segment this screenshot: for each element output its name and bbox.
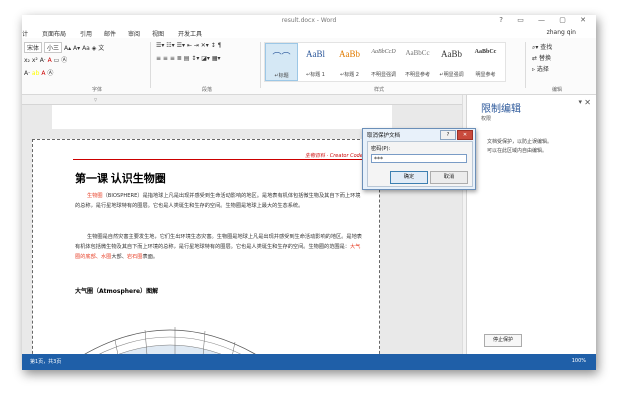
style-name: ↵标题	[274, 73, 289, 79]
ribbon-separator	[525, 42, 526, 88]
style-name: 明显参考	[475, 72, 496, 78]
style-sample: AaBb	[441, 49, 462, 59]
replace-label: 替换	[538, 55, 551, 62]
password-label: 密码(P):	[371, 146, 391, 152]
protection-note: 文档受保护，以防止误编辑。	[487, 139, 553, 145]
alignment-icons[interactable]: ≡ ≡ ≡ ≣ ▤ ↕▾ ◪▾ ▦▾	[156, 55, 221, 62]
ribbon-separator	[260, 42, 261, 88]
tab-review[interactable]: 审阅	[128, 29, 140, 38]
styles-group-label: 样式	[374, 87, 385, 93]
restrict-editing-pane: 限制编辑 ▾ ✕ 权限 文档受保护，以防止误编辑。 可以在此区域内自由编辑。 停…	[466, 95, 596, 354]
style-sample: AaBl	[306, 49, 325, 59]
paragraph-group-label: 段落	[202, 87, 213, 93]
password-field[interactable]: ***	[371, 154, 467, 163]
style-sample: AaBbCc	[405, 49, 430, 57]
style-sample: AaBbCcD	[371, 49, 396, 55]
font-group-label: 字体	[92, 87, 103, 93]
unprotect-dialog: 取消保护文档 ? ✕ 密码(P): *** 确定 取消	[362, 128, 476, 190]
tab-page-layout[interactable]: 页面布局	[42, 29, 66, 38]
cancel-button[interactable]: 取消	[430, 171, 468, 184]
title-bar: result.docx - Word ? ▭ — ▢ ✕	[22, 15, 596, 27]
font-controls: 宋体 小三 A▴ A▾ Aa ◈ 文	[24, 42, 104, 53]
ribbon-separator	[150, 42, 151, 88]
style-title[interactable]: ⌒⌒ ↵标题	[265, 43, 298, 81]
highlight-term: 岩石圈	[126, 254, 143, 260]
ribbon: 宋体 小三 A▴ A▾ Aa ◈ 文 x₂ x² A· A ▭ Ⓐ A· ab A …	[22, 38, 596, 95]
page-title[interactable]: 第一课 认识生物圈	[75, 170, 166, 186]
style-sample: AaBb	[339, 49, 360, 59]
style-name: ↵明显强调	[439, 72, 464, 78]
window-controls[interactable]: ? ▭ — ▢ ✕	[499, 16, 592, 24]
style-intense-reference[interactable]: AaBbCc 明显参考	[469, 43, 502, 81]
ok-button[interactable]: 确定	[390, 171, 428, 184]
stop-protection-button[interactable]: 停止保护	[484, 334, 522, 347]
page-header: 生物百科 · Creator Codew	[304, 153, 367, 159]
paragraph-1[interactable]: 生物圈（BIOSPHERE）是指地球上凡是出现并感受到生命活动影响的地区。是地表…	[75, 191, 365, 211]
pane-title: 限制编辑	[481, 104, 521, 115]
replace-icon: ⇄	[532, 55, 539, 62]
highlight-term: 生物圈	[87, 193, 103, 199]
tab-developer[interactable]: 开发工具	[178, 29, 202, 38]
font-format-icons[interactable]: x₂ x² A· A ▭ Ⓐ	[24, 57, 67, 64]
style-sample: ⌒⌒	[272, 52, 291, 62]
dialog-title: 取消保护文档	[367, 133, 401, 139]
ribbon-tabs: 计 页面布局 引用 邮件 审阅 视图 开发工具 zhang qin	[22, 27, 596, 38]
close-icon[interactable]: ✕	[584, 98, 591, 107]
select-button[interactable]: ▹ 选择	[532, 64, 549, 73]
align-controls: ≡ ≡ ≡ ≣ ▤ ↕▾ ◪▾ ▦▾	[156, 55, 221, 62]
pane-options-icon[interactable]: ▾	[578, 98, 582, 106]
zoom-level[interactable]: 100%	[572, 358, 586, 364]
horizontal-ruler[interactable]: ▽	[22, 95, 462, 105]
list-controls: ☰▾ ☷▾ ☰▾ ⇤ ⇥ ✕▾ ↕ ¶	[156, 42, 221, 49]
tab-design[interactable]: 计	[22, 29, 28, 38]
editing-group-label: 编辑	[552, 87, 563, 93]
page-count[interactable]: 第1页，共3页	[30, 358, 61, 365]
protection-note: 可以在此区域内自由编辑。	[487, 148, 548, 154]
style-name: 不明显强调	[370, 72, 396, 78]
pane-subtitle: 权限	[481, 116, 492, 122]
text-effect-icons[interactable]: A· ab A Ⓐ	[24, 70, 53, 77]
tab-references[interactable]: 引用	[80, 29, 92, 38]
paragraph-text: 表面。	[142, 254, 159, 260]
paragraph-text: 大部、	[111, 254, 127, 260]
font-grow-icon[interactable]: A▴ A▾ Aa ◈ 文	[64, 45, 104, 52]
paragraph-text: （BIOSPHERE）是指地球上凡是出现并感受到生命活动影响的地区。是地表有机体…	[75, 193, 361, 209]
style-subtle-emphasis[interactable]: AaBbCcD 不明显强调	[367, 43, 400, 81]
word-window: result.docx - Word ? ▭ — ▢ ✕ 计 页面布局 引用 邮…	[22, 15, 596, 370]
ruler-indent-marker[interactable]: ▽	[94, 97, 97, 102]
highlight-term: 水圈	[100, 254, 112, 260]
font-name-box[interactable]: 宋体	[24, 42, 43, 53]
help-icon[interactable]: ?	[440, 130, 456, 140]
find-label: 查找	[540, 44, 553, 51]
styles-gallery: ⌒⌒ ↵标题 AaBl ↵标题 1 AaBb ↵标题 2 AaBbCcD 不明显…	[264, 42, 506, 82]
previous-page-end	[52, 105, 392, 129]
style-name: ↵标题 2	[340, 72, 359, 78]
paragraph-2[interactable]: 生物圈是自然灾害主要发生地，它们生出环境生态灾害。生物圈是地球上凡是出现并感受到…	[75, 232, 365, 262]
close-icon[interactable]: ✕	[457, 130, 473, 140]
find-button[interactable]: ⌕▾ 查找	[532, 42, 552, 52]
header-rule	[73, 159, 367, 160]
style-name: 不明显参考	[404, 72, 430, 78]
style-heading-1[interactable]: AaBl ↵标题 1	[299, 43, 332, 81]
dialog-body: 密码(P): *** 确定 取消	[367, 141, 473, 187]
dialog-controls: ? ✕	[439, 130, 473, 140]
replace-button[interactable]: ⇄ 替换	[532, 53, 551, 62]
style-intense-emphasis[interactable]: AaBb ↵明显强调	[435, 43, 468, 81]
bullet-list-icons[interactable]: ☰▾ ☷▾ ☰▾ ⇤ ⇥ ✕▾ ↕ ¶	[156, 42, 221, 49]
style-sample: AaBbCc	[474, 49, 497, 55]
status-bar: 第1页，共3页 100%	[22, 354, 596, 370]
user-account[interactable]: zhang qin	[547, 29, 576, 36]
tab-view[interactable]: 视图	[152, 29, 164, 38]
style-name: ↵标题 1	[306, 72, 325, 78]
paragraph-text: 生物圈是自然灾害主要发生地，它们生出环境生态灾害。生物圈是地球上凡是出现并感受到…	[75, 234, 362, 250]
font-size-box[interactable]: 小三	[44, 42, 63, 53]
select-label: 选择	[536, 66, 549, 73]
document-page[interactable]: 生物百科 · Creator Codew 第一课 认识生物圈 生物圈（BIOSP…	[32, 139, 380, 369]
font-format-row: x₂ x² A· A ▭ Ⓐ	[24, 55, 67, 64]
font-color-row: A· ab A Ⓐ	[24, 68, 53, 77]
style-subtle-reference[interactable]: AaBbCc 不明显参考	[401, 43, 434, 81]
section-heading[interactable]: 大气圈（Atmosphere）图解	[75, 286, 158, 295]
style-heading-2[interactable]: AaBb ↵标题 2	[333, 43, 366, 81]
tab-mailings[interactable]: 邮件	[104, 29, 116, 38]
